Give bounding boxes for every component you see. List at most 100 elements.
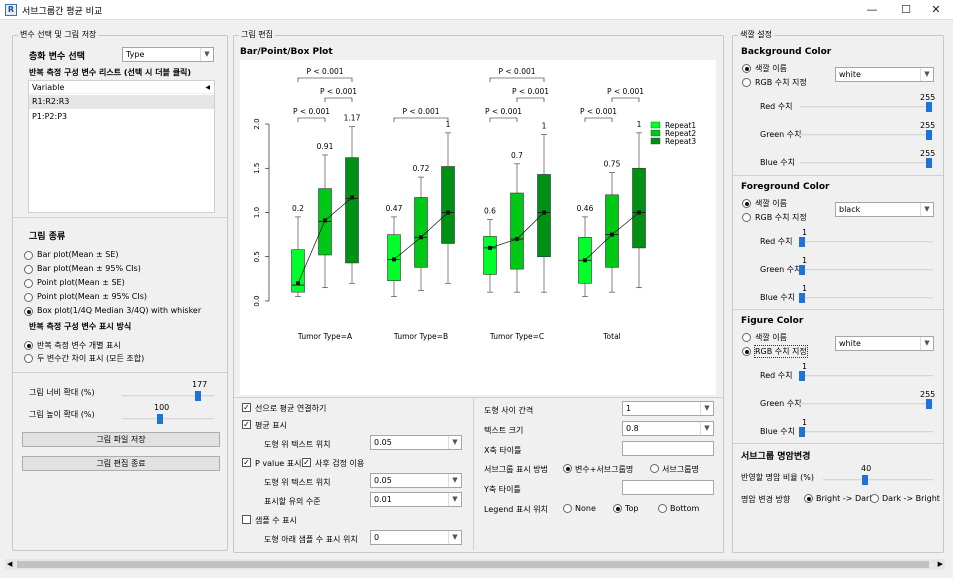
display-diff-radio[interactable] [24, 354, 33, 363]
n-pos-combo[interactable]: 0 ▼ [370, 530, 462, 545]
bg-green-slider-track[interactable] [800, 134, 933, 136]
y-title-input[interactable] [622, 480, 714, 495]
plot-type-radio[interactable] [24, 251, 33, 260]
subgroup-var-name-radio[interactable] [563, 464, 572, 473]
bg-red-slider-thumb[interactable] [926, 102, 932, 112]
fig-rgb-radio[interactable] [742, 347, 751, 356]
width-slider-thumb[interactable] [195, 391, 201, 401]
gap-combo[interactable]: 1 ▼ [622, 401, 714, 416]
legend-top-radio[interactable] [613, 504, 622, 513]
app-icon: R [5, 4, 17, 16]
divider [13, 217, 227, 218]
brightness-slider-thumb[interactable] [862, 475, 868, 485]
connect-mean-label: 선으로 평균 연결하기 [255, 404, 327, 413]
horizontal-scrollbar[interactable]: ◀ ▶ [5, 559, 945, 570]
connect-mean-checkbox[interactable]: ✓ [242, 403, 251, 412]
box [483, 236, 497, 275]
variable-list[interactable]: Variable ◀ R1:R2:R3 P1:P2:P3 [28, 80, 215, 213]
height-slider-thumb[interactable] [157, 414, 163, 424]
fg-green-slider-thumb[interactable] [799, 265, 805, 275]
bg-color-name-radio[interactable] [742, 64, 751, 73]
bg-color-combo[interactable]: white ▼ [835, 67, 934, 82]
legend-swatch [650, 129, 661, 137]
chevron-down-icon[interactable]: ▼ [920, 203, 933, 216]
chevron-down-icon[interactable]: ▼ [700, 422, 713, 435]
fig-blue-label: Blue 수치 [760, 427, 795, 436]
chevron-down-icon[interactable]: ▼ [448, 436, 461, 449]
save-figure-button[interactable]: 그림 파일 저장 [22, 432, 220, 447]
scroll-right-icon[interactable]: ▶ [938, 559, 943, 570]
fig-color-combo[interactable]: white ▼ [835, 336, 934, 351]
fig-blue-slider-track[interactable] [800, 431, 933, 433]
bg-red-slider-track[interactable] [800, 106, 933, 108]
chevron-down-icon[interactable]: ▼ [700, 402, 713, 415]
list-item[interactable]: R1:R2:R3 [29, 95, 214, 109]
chevron-down-icon[interactable]: ▼ [448, 474, 461, 487]
list-header[interactable]: Variable ◀ [29, 81, 214, 94]
fig-red-slider-track[interactable] [800, 375, 933, 377]
fig-red-slider-thumb[interactable] [799, 371, 805, 381]
posthoc-label: 사후 검정 이용 [315, 459, 365, 468]
display-individual-radio[interactable] [24, 341, 33, 350]
bg-rgb-radio[interactable] [742, 78, 751, 87]
show-pvalue-checkbox[interactable]: ✓ [242, 458, 251, 467]
plot-type-radio[interactable] [24, 293, 33, 302]
mean-text-pos-combo[interactable]: 0.05 ▼ [370, 435, 462, 450]
y-title-label: Y축 타이틀 [484, 485, 521, 494]
fig-color-name-radio[interactable] [742, 333, 751, 342]
fig-green-slider-track[interactable] [800, 403, 933, 405]
group-var-combo[interactable]: Type ▼ [122, 47, 214, 62]
sig-level-combo[interactable]: 0.01 ▼ [370, 492, 462, 507]
fg-color-name-radio[interactable] [742, 199, 751, 208]
bright-to-dark-radio[interactable] [804, 494, 813, 503]
chevron-down-icon[interactable]: ▼ [200, 48, 213, 61]
show-mean-checkbox[interactable]: ✓ [242, 420, 251, 429]
mean-label: 0.47 [386, 204, 403, 213]
pvalue-text-pos-combo[interactable]: 0.05 ▼ [370, 473, 462, 488]
text-size-combo[interactable]: 0.8 ▼ [622, 421, 714, 436]
scrollbar-thumb[interactable] [17, 561, 929, 568]
display-diff-label: 두 변수간 차이 표시 (모든 조합) [37, 354, 145, 363]
height-slider-track[interactable] [122, 418, 214, 420]
exit-edit-button[interactable]: 그림 편집 종료 [22, 456, 220, 471]
plot-type-radio[interactable] [24, 279, 33, 288]
fg-rgb-radio[interactable] [742, 213, 751, 222]
mean-label: 1.17 [344, 114, 361, 123]
fig-green-value: 255 [920, 390, 936, 399]
list-item[interactable]: P1:P2:P3 [29, 110, 214, 124]
chevron-down-icon[interactable]: ▼ [920, 337, 933, 350]
fg-color-combo[interactable]: black ▼ [835, 202, 934, 217]
fg-red-slider-track[interactable] [800, 241, 933, 243]
bg-blue-slider-thumb[interactable] [926, 158, 932, 168]
fg-blue-slider-thumb[interactable] [799, 293, 805, 303]
fg-blue-slider-track[interactable] [800, 297, 933, 299]
legend-bottom-radio[interactable] [658, 504, 667, 513]
chevron-down-icon[interactable]: ▼ [448, 493, 461, 506]
bright-to-dark-label: Bright -> Dark [816, 494, 874, 503]
dark-to-bright-radio[interactable] [870, 494, 879, 503]
bg-green-slider-thumb[interactable] [926, 130, 932, 140]
mean-label: 1 [637, 120, 642, 129]
legend-none-radio[interactable] [563, 504, 572, 513]
fg-red-slider-thumb[interactable] [799, 237, 805, 247]
text-size-value: 0.8 [626, 424, 639, 433]
plot-type-radio[interactable] [24, 265, 33, 274]
scroll-left-icon[interactable]: ◀ [7, 559, 12, 570]
bg-blue-slider-track[interactable] [800, 162, 933, 164]
chevron-down-icon[interactable]: ▼ [920, 68, 933, 81]
text-size-label: 텍스트 크기 [484, 426, 524, 435]
show-n-checkbox[interactable] [242, 515, 251, 524]
subgroup-name-radio[interactable] [650, 464, 659, 473]
fig-green-slider-thumb[interactable] [926, 399, 932, 409]
brightness-slider-track[interactable] [823, 479, 933, 481]
x-title-input[interactable] [622, 441, 714, 456]
legend-label: Repeat3 [665, 137, 696, 146]
bg-green-label: Green 수치 [760, 130, 802, 139]
chevron-down-icon[interactable]: ▼ [448, 531, 461, 544]
plot-type-radio[interactable] [24, 307, 33, 316]
posthoc-checkbox[interactable]: ✓ [302, 458, 311, 467]
fig-blue-slider-thumb[interactable] [799, 427, 805, 437]
x-category-label: Tumor Type=A [297, 332, 353, 341]
fg-green-slider-track[interactable] [800, 269, 933, 271]
close-button[interactable]: ✕ [916, 0, 953, 20]
